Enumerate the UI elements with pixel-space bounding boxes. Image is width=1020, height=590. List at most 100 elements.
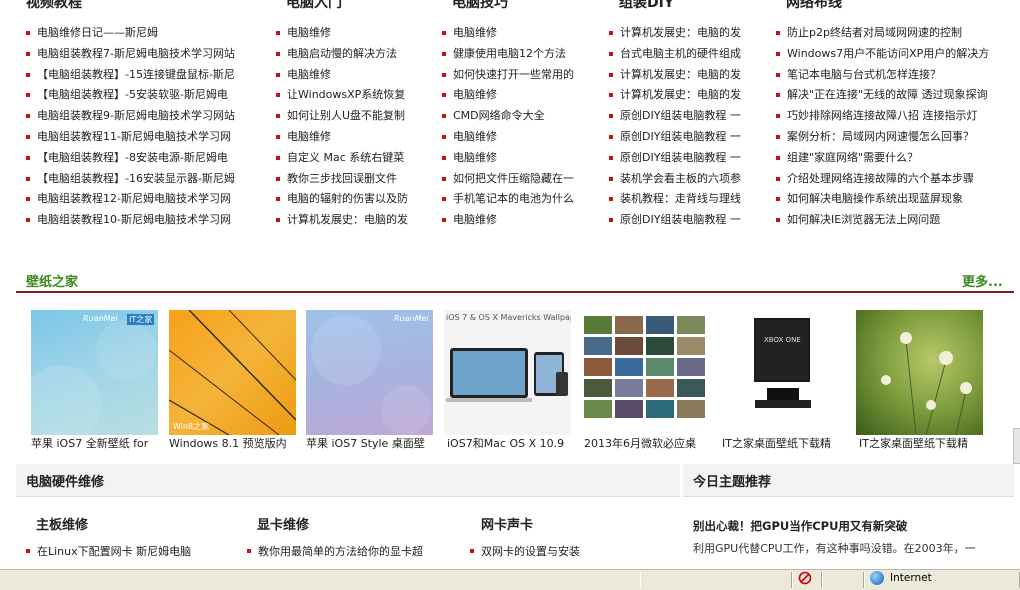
wallpaper-thumb-3[interactable]: RuanMei: [306, 310, 433, 435]
list-item[interactable]: CMD网络命令大全: [442, 106, 574, 127]
wallpaper-thumb-6[interactable]: XBOX ONE: [719, 310, 846, 435]
column-title[interactable]: 视频教程: [26, 0, 82, 12]
list-item[interactable]: 电脑维修: [442, 148, 574, 169]
list-item[interactable]: 计算机发展史：电脑的发: [609, 23, 741, 44]
link-text[interactable]: 计算机发展史：电脑的发: [620, 26, 741, 39]
scrollbar-thumb[interactable]: [1013, 428, 1020, 464]
list-item[interactable]: 电脑组装教程11-斯尼姆电脑技术学习网: [26, 127, 235, 148]
list-item[interactable]: 电脑维修: [276, 65, 408, 86]
list-item[interactable]: 电脑维修日记——斯尼姆: [26, 23, 235, 44]
link-text[interactable]: 健康使用电脑12个方法: [453, 47, 566, 60]
link-text[interactable]: 【电脑组装教程】-8安装电源-斯尼姆电: [37, 151, 228, 164]
wallpaper-thumb-1[interactable]: RuanMei IT之家: [31, 310, 158, 435]
link-text[interactable]: 电脑组装教程7-斯尼姆电脑技术学习网站: [37, 47, 235, 60]
list-item[interactable]: 电脑启动慢的解决方法: [276, 44, 408, 65]
list-item[interactable]: 介绍处理网络连接故障的六个基本步骤: [776, 169, 989, 190]
link-text[interactable]: 电脑维修: [287, 130, 331, 143]
link-text[interactable]: 计算机发展史：电脑的发: [620, 68, 741, 81]
wallpaper-caption-4[interactable]: iOS7和Mac OS X 10.9: [447, 436, 579, 452]
link-text[interactable]: 电脑维修: [453, 213, 497, 226]
list-item[interactable]: 【电脑组装教程】-16安装显示器-斯尼姆: [26, 169, 235, 190]
link-text[interactable]: Windows7用户不能访问XP用户的解决方: [787, 47, 989, 60]
list-item[interactable]: 计算机发展史：电脑的发: [609, 85, 741, 106]
list-item[interactable]: 让WindowsXP系统恢复: [276, 85, 408, 106]
link-text[interactable]: 介绍处理网络连接故障的六个基本步骤: [787, 172, 974, 185]
list-item[interactable]: 台式电脑主机的硬件组成: [609, 44, 741, 65]
link-text[interactable]: 【电脑组装教程】-5安装软驱-斯尼姆电: [37, 88, 228, 101]
link-text[interactable]: CMD网络命令大全: [453, 109, 545, 122]
list-item[interactable]: 【电脑组装教程】-15连接键盘鼠标-斯尼: [26, 65, 235, 86]
today-headline[interactable]: 别出心裁！把GPU当作CPU用又有新突破: [693, 518, 907, 534]
wallpaper-more-link[interactable]: 更多...: [962, 271, 1003, 290]
link-text[interactable]: 计算机发展史：电脑的发: [287, 213, 408, 226]
list-item[interactable]: 电脑的辐射的伤害以及防: [276, 189, 408, 210]
list-item[interactable]: 电脑维修: [442, 23, 574, 44]
popup-blocked-icon[interactable]: [798, 571, 812, 585]
list-item[interactable]: 电脑组装教程12-斯尼姆电脑技术学习网: [26, 189, 235, 210]
link-text[interactable]: 电脑维修: [287, 68, 331, 81]
subsection-title-graphics[interactable]: 显卡维修: [257, 514, 309, 533]
link-text[interactable]: 电脑组装教程12-斯尼姆电脑技术学习网: [37, 192, 231, 205]
list-item[interactable]: 解决"正在连接"无线的故障 透过现象探询: [776, 85, 989, 106]
link-text[interactable]: 让WindowsXP系统恢复: [287, 88, 405, 101]
list-item[interactable]: 如何让别人U盘不能复制: [276, 106, 408, 127]
link-text[interactable]: 自定义 Mac 系统右键菜: [287, 151, 404, 164]
column-title[interactable]: 电脑入门: [286, 0, 342, 12]
link-text[interactable]: 如何把文件压缩隐藏在一: [453, 172, 574, 185]
list-item[interactable]: 如何快速打开一些常用的: [442, 65, 574, 86]
link-text[interactable]: 教你三步找回误删文件: [287, 172, 397, 185]
link-text[interactable]: 台式电脑主机的硬件组成: [620, 47, 741, 60]
wallpaper-thumb-4[interactable]: iOS 7 & OS X Mavericks Wallpaper: [444, 310, 571, 435]
list-item[interactable]: 手机笔记本的电池为什么: [442, 189, 574, 210]
link-text[interactable]: 案例分析：局域网内网速慢怎么回事？: [787, 130, 974, 143]
link-text[interactable]: 原创DIY组装电脑教程 一: [620, 151, 741, 164]
wallpaper-caption-2[interactable]: Windows 8.1 预览版内: [169, 436, 301, 452]
list-item[interactable]: 如何解决电脑操作系统出现蓝屏现象: [776, 189, 989, 210]
link-text[interactable]: 在Linux下配置网卡 斯尼姆电脑: [37, 545, 191, 558]
link-text[interactable]: 教你用最简单的方法给你的显卡超: [258, 545, 423, 558]
subsection-title-motherboard[interactable]: 主板维修: [36, 514, 88, 533]
link-text[interactable]: 原创DIY组装电脑教程 一: [620, 130, 741, 143]
list-item[interactable]: 防止p2p终结者对局域网网速的控制: [776, 23, 989, 44]
list-item[interactable]: 【电脑组装教程】-8安装电源-斯尼姆电: [26, 148, 235, 169]
link-text[interactable]: 如何让别人U盘不能复制: [287, 109, 405, 122]
link-text[interactable]: 【电脑组装教程】-15连接键盘鼠标-斯尼: [37, 68, 235, 81]
wallpaper-caption-5[interactable]: 2013年6月微软必应桌: [584, 436, 716, 452]
link-text[interactable]: 巧妙排除网络连接故障八招 连接指示灯: [787, 109, 978, 122]
link-text[interactable]: 电脑维修: [453, 151, 497, 164]
wallpaper-thumb-2[interactable]: Win8之家: [169, 310, 296, 435]
subsection-title-network-sound[interactable]: 网卡声卡: [481, 514, 533, 533]
link-text[interactable]: 原创DIY组装电脑教程 一: [620, 213, 741, 226]
list-item[interactable]: 计算机发展史：电脑的发: [609, 65, 741, 86]
list-item[interactable]: Windows7用户不能访问XP用户的解决方: [776, 44, 989, 65]
link-text[interactable]: 电脑组装教程10-斯尼姆电脑技术学习网: [37, 213, 231, 226]
list-item[interactable]: 健康使用电脑12个方法: [442, 44, 574, 65]
wallpaper-section-title[interactable]: 壁纸之家: [26, 271, 78, 290]
link-text[interactable]: 组建"家庭网络"需要什么？: [787, 151, 918, 164]
link-text[interactable]: 电脑维修: [453, 26, 497, 39]
list-item[interactable]: 案例分析：局域网内网速慢怎么回事？: [776, 127, 989, 148]
list-item[interactable]: 双网卡的设置与安装: [470, 543, 580, 559]
link-text[interactable]: 电脑维修: [453, 88, 497, 101]
wallpaper-thumb-7[interactable]: [856, 310, 983, 435]
link-text[interactable]: 电脑组装教程11-斯尼姆电脑技术学习网: [37, 130, 231, 143]
list-item[interactable]: 笔记本电脑与台式机怎样连接？: [776, 65, 989, 86]
link-text[interactable]: 原创DIY组装电脑教程 一: [620, 109, 741, 122]
link-text[interactable]: 【电脑组装教程】-16安装显示器-斯尼姆: [37, 172, 235, 185]
list-item[interactable]: 电脑组装教程7-斯尼姆电脑技术学习网站: [26, 44, 235, 65]
wallpaper-caption-6[interactable]: IT之家桌面壁纸下载精: [722, 436, 854, 452]
column-title[interactable]: 电脑技巧: [452, 0, 508, 12]
link-text[interactable]: 电脑组装教程9-斯尼姆电脑技术学习网站: [37, 109, 235, 122]
list-item[interactable]: 原创DIY组装电脑教程 一: [609, 106, 741, 127]
list-item[interactable]: 如何解决IE浏览器无法上网问题: [776, 210, 989, 231]
list-item[interactable]: 电脑维修: [276, 127, 408, 148]
link-text[interactable]: 双网卡的设置与安装: [481, 545, 580, 558]
list-item[interactable]: 自定义 Mac 系统右键菜: [276, 148, 408, 169]
link-text[interactable]: 电脑维修: [287, 26, 331, 39]
wallpaper-thumb-5[interactable]: [582, 310, 709, 435]
link-text[interactable]: 装机教程：走背线与理线: [620, 192, 741, 205]
list-item[interactable]: 巧妙排除网络连接故障八招 连接指示灯: [776, 106, 989, 127]
link-text[interactable]: 手机笔记本的电池为什么: [453, 192, 574, 205]
list-item[interactable]: 电脑维修: [442, 127, 574, 148]
column-title[interactable]: 组装DIY: [619, 0, 674, 12]
